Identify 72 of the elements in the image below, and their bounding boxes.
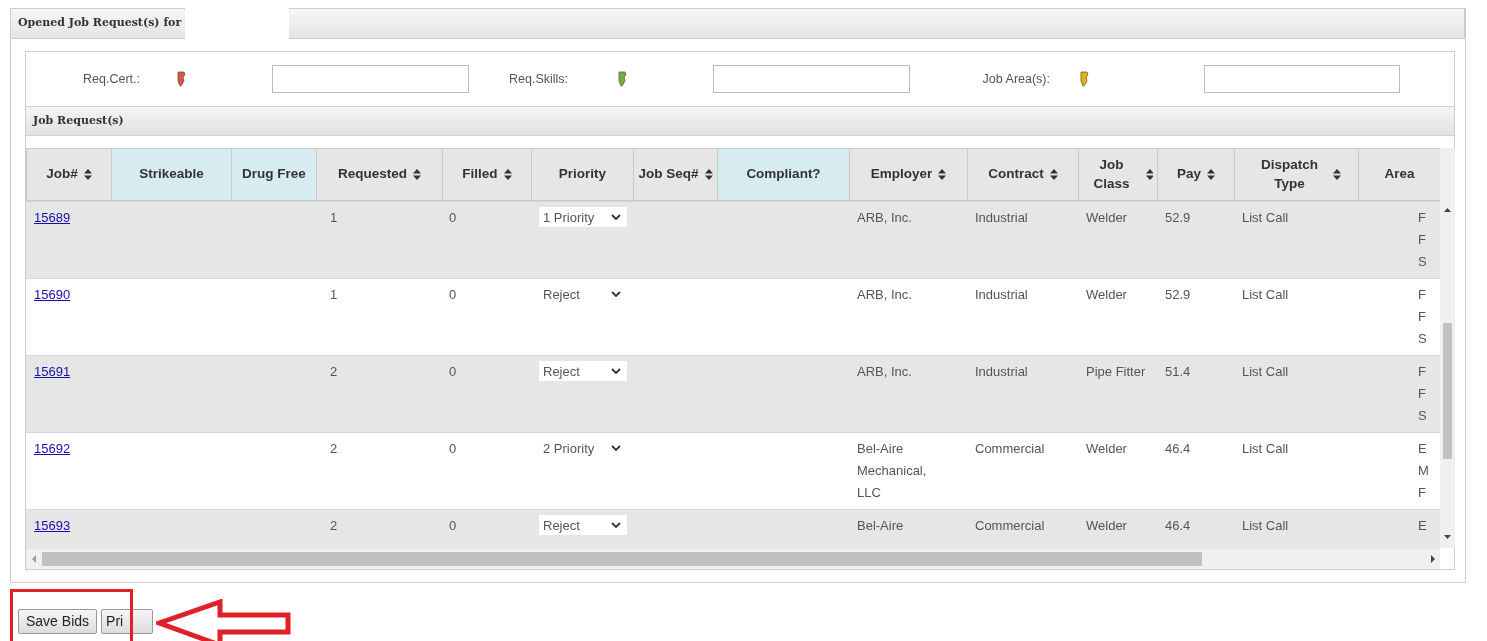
table-cell: 51.4 [1157, 355, 1234, 433]
table-cell: 46.4 [1157, 509, 1234, 549]
flag-icon[interactable] [1080, 71, 1089, 87]
horizontal-scrollbar[interactable] [26, 549, 1440, 569]
filter-input[interactable] [272, 65, 469, 93]
table-cell: 0 [442, 509, 531, 549]
table-cell: Welder [1078, 509, 1157, 549]
priority-select[interactable]: 1 Priority [539, 207, 627, 227]
column-header[interactable]: Job Class [1078, 148, 1158, 201]
table-cell: ARB, Inc. [849, 355, 967, 433]
column-header[interactable]: Job# [26, 148, 112, 201]
filter-input[interactable] [1204, 65, 1400, 93]
table-cell: Welder [1078, 201, 1157, 279]
column-header[interactable]: Job Seq# [633, 148, 718, 201]
priority-select[interactable]: Reject [539, 361, 627, 381]
sort-icon[interactable] [413, 169, 421, 180]
job-link[interactable]: 15692 [34, 441, 71, 456]
column-header: Priority [531, 148, 634, 201]
sort-icon[interactable] [704, 169, 713, 180]
sort-icon[interactable] [1145, 169, 1153, 180]
scrollbar-thumb[interactable] [42, 552, 1202, 566]
job-link[interactable]: 15691 [34, 364, 71, 379]
scrollbar-thumb[interactable] [1443, 323, 1452, 459]
sort-icon[interactable] [1207, 169, 1215, 180]
table-cell: Industrial [967, 355, 1078, 433]
table-cell: List Call [1234, 509, 1358, 549]
table-cell: F F S [1358, 201, 1440, 279]
filter-input[interactable] [713, 65, 910, 93]
sort-icon[interactable] [1049, 169, 1058, 180]
table-cell: List Call [1234, 355, 1358, 433]
table-cell: 0 [442, 201, 531, 279]
filter-label: Job Area(s): [981, 70, 1050, 88]
filter-label: Req.Cert.: [83, 70, 141, 88]
table-cell: Bel-Aire [849, 509, 967, 549]
table-cell: 1 [316, 201, 442, 279]
table-cell: Industrial [967, 201, 1078, 279]
vertical-scrollbar[interactable] [1440, 148, 1455, 548]
sort-icon[interactable] [83, 169, 92, 180]
table-cell: 2 [316, 509, 442, 549]
table-cell: E [1358, 509, 1440, 549]
column-header: Drug Free [231, 148, 317, 201]
sort-icon[interactable] [503, 169, 512, 180]
sort-icon[interactable] [938, 169, 947, 180]
table-cell: 0 [442, 355, 531, 433]
column-header[interactable]: Contract [967, 148, 1079, 201]
column-header: Area [1358, 148, 1441, 201]
column-header: Strikeable [111, 148, 232, 201]
table-cell: Commercial [967, 509, 1078, 549]
job-link[interactable]: 15693 [34, 518, 71, 533]
filter-label: Req.Skills: [509, 70, 570, 88]
flag-icon[interactable] [177, 71, 186, 87]
sort-icon[interactable] [1333, 169, 1341, 180]
column-header[interactable]: Dispatch Type [1234, 148, 1359, 201]
table-cell: ARB, Inc. [849, 201, 967, 279]
table-cell: List Call [1234, 201, 1358, 279]
column-header: Compliant? [717, 148, 850, 201]
column-header[interactable]: Employer [849, 148, 968, 201]
table-cell: Pipe Fitter [1078, 355, 1157, 433]
job-link[interactable]: 15689 [34, 210, 71, 225]
column-header[interactable]: Requested [316, 148, 443, 201]
panel-title: Opened Job Request(s) for [17, 15, 182, 32]
save-button[interactable]: Save Bids [18, 609, 98, 634]
priority-select[interactable]: Reject [539, 515, 627, 535]
job-link[interactable]: 15690 [34, 287, 71, 302]
section-title: Job Request(s) [33, 112, 124, 129]
table-cell: F F S [1358, 355, 1440, 433]
table-cell: 2 [316, 355, 442, 433]
table-cell: 52.9 [1157, 201, 1234, 279]
print-button[interactable]: Pri [101, 609, 154, 634]
column-header[interactable]: Pay [1157, 148, 1235, 201]
column-header[interactable]: Filled [442, 148, 532, 201]
flag-icon[interactable] [618, 71, 627, 87]
